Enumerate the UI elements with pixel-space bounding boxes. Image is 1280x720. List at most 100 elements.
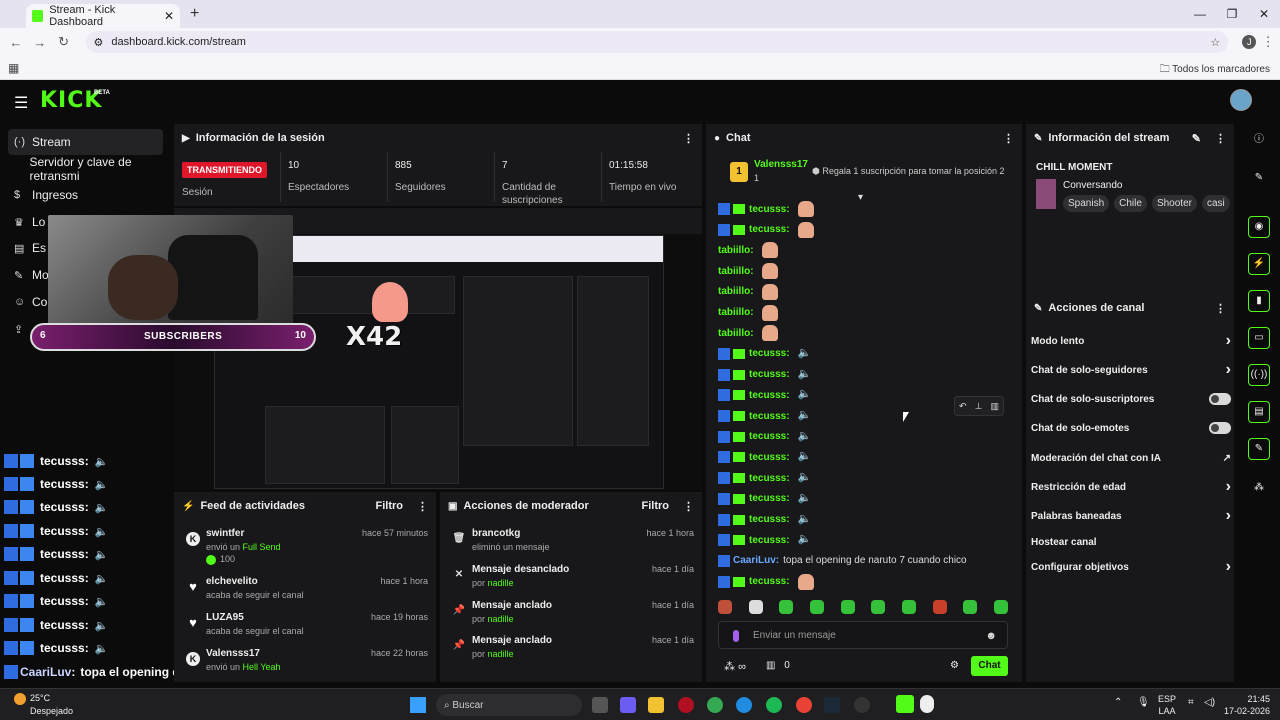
chat-username[interactable]: tecusss: — [749, 452, 790, 463]
quick-emote-icon[interactable] — [748, 600, 763, 614]
forward-icon[interactable]: → — [28, 35, 52, 50]
chat-gear-icon[interactable]: ⚙ — [950, 660, 959, 671]
quick-emote-icon[interactable] — [779, 600, 794, 614]
chat-username[interactable]: CaariLuv: — [733, 555, 779, 566]
channel-action-1[interactable]: Chat de solo-seguidores › — [1031, 360, 1231, 380]
chat-rail-icon[interactable]: ▭ — [1248, 327, 1270, 349]
quick-emote-icon[interactable] — [871, 600, 886, 614]
pinned-collapse-icon[interactable]: ▾ — [858, 192, 863, 203]
file-explorer-icon[interactable] — [648, 697, 664, 713]
browser-profile-avatar[interactable]: J — [1242, 35, 1257, 49]
chat-username[interactable]: tecusss: — [749, 224, 790, 235]
taskbar-search[interactable]: ⌕ Buscar — [436, 694, 582, 716]
toggle-switch[interactable] — [1209, 393, 1231, 405]
chat-username[interactable]: tecusss: — [749, 576, 790, 587]
session-menu-icon[interactable]: ⋮ — [683, 132, 694, 145]
all-bookmarks-button[interactable]: 🗀 Todos los marcadores — [1160, 62, 1270, 79]
reload-icon[interactable]: ↻ — [52, 34, 76, 50]
mod-name[interactable]: brancotkg — [472, 528, 520, 539]
stream-tag[interactable]: Shooter — [1151, 195, 1197, 212]
chat-settings-group[interactable]: ⁂ ∞ — [724, 660, 746, 673]
app-white-icon[interactable] — [920, 695, 934, 713]
tray-chevron-icon[interactable]: ⌃ — [1114, 697, 1122, 708]
reply-icon[interactable]: ↶ — [959, 401, 967, 412]
chrome-active-icon[interactable] — [796, 697, 812, 713]
channel-action-7[interactable]: Hostear canal — [1031, 532, 1231, 552]
stream-tag[interactable]: Chile — [1114, 195, 1147, 212]
stream-info-menu-icon[interactable]: ⋮ — [1215, 132, 1226, 145]
chrome-icon[interactable] — [707, 697, 723, 713]
feed-menu-icon[interactable]: ⋮ — [417, 500, 428, 513]
channel-action-4[interactable]: Moderación del chat con IA ↗ — [1031, 448, 1231, 468]
maximize-icon[interactable]: ❐ — [1216, 0, 1248, 28]
window-close-icon[interactable]: ✕ — [1248, 0, 1280, 28]
shield-rail-icon[interactable]: ▮ — [1248, 290, 1270, 312]
channel-action-3[interactable]: Chat de solo-emotes — [1031, 418, 1231, 438]
chat-username[interactable]: tecusss: — [749, 431, 790, 442]
feed-name[interactable]: Valensss17 — [206, 648, 260, 659]
network-tray-icon[interactable]: ⌗ — [1188, 697, 1194, 708]
chat-username[interactable]: tecusss: — [749, 411, 790, 422]
mod-filter-button[interactable]: Filtro — [642, 500, 670, 512]
chat-username[interactable]: tabiillo: — [718, 286, 754, 297]
feed-name[interactable]: elchevelito — [206, 576, 258, 587]
spotify-icon[interactable] — [766, 697, 782, 713]
layout-rail-icon[interactable]: ▤ — [1248, 401, 1270, 423]
chat-username[interactable]: tecusss: — [749, 493, 790, 504]
copilot-icon[interactable] — [620, 697, 636, 713]
chat-username[interactable]: tabiillo: — [718, 266, 754, 277]
app-gray-icon[interactable] — [854, 697, 870, 713]
app-red-icon[interactable] — [678, 697, 694, 713]
emoji-icon[interactable]: ☻ — [985, 630, 997, 642]
bolt-rail-icon[interactable]: ⚡ — [1248, 253, 1270, 275]
stream-tag[interactable]: casi — [1201, 195, 1230, 212]
chat-username[interactable]: tecusss: — [749, 390, 790, 401]
chat-username[interactable]: tecusss: — [749, 535, 790, 546]
site-info-icon[interactable]: ⚙ — [94, 36, 104, 49]
nav-item-0[interactable]: (·) Stream — [8, 129, 163, 155]
quick-emote-icon[interactable] — [993, 600, 1008, 614]
user-avatar[interactable] — [1230, 89, 1252, 111]
channel-action-8[interactable]: Configurar objetivos › — [1031, 557, 1231, 577]
toggle-switch[interactable] — [1209, 422, 1231, 434]
mod-name[interactable]: Mensaje desanclado — [472, 564, 569, 575]
edit-icon[interactable]: ✎ — [1248, 168, 1270, 190]
new-tab-button[interactable]: + — [190, 5, 199, 23]
apps-rail-icon[interactable]: ⁂ — [1248, 478, 1270, 500]
quick-emote-icon[interactable] — [963, 600, 978, 614]
back-icon[interactable]: ← — [4, 35, 28, 50]
edit-stream-icon[interactable]: ✎ — [1192, 132, 1201, 145]
quick-emote-icon[interactable] — [718, 600, 732, 614]
stream-tag[interactable]: Spanish — [1063, 195, 1110, 212]
channel-action-0[interactable]: Modo lento › — [1031, 331, 1231, 351]
taskbar-clock[interactable]: 21:45 17-02-2026 — [1224, 693, 1270, 717]
weather-widget[interactable]: 25°C Despejado — [14, 692, 73, 717]
channel-action-2[interactable]: Chat de solo-suscriptores — [1031, 389, 1231, 409]
mod-name[interactable]: Mensaje anclado — [472, 635, 552, 646]
chat-username[interactable]: tecusss: — [749, 514, 790, 525]
edge-icon[interactable] — [736, 697, 752, 713]
close-tab-icon[interactable]: ✕ — [164, 9, 174, 23]
mic-tray-icon[interactable]: 🎙 — [1137, 697, 1150, 708]
volume-tray-icon[interactable]: ◁) — [1204, 697, 1215, 708]
browser-tab[interactable]: Stream - Kick Dashboard ✕ — [26, 4, 180, 28]
bookmark-star-icon[interactable]: ☆ — [1210, 36, 1220, 49]
kick-taskbar-icon[interactable] — [896, 695, 914, 713]
emote-picker-icon[interactable] — [733, 630, 739, 642]
apps-grid-icon[interactable]: ▦ — [8, 61, 19, 75]
nav-item-1[interactable]: Servidor y clave de retransmi — [8, 155, 163, 183]
chat-username[interactable]: tabiillo: — [718, 307, 754, 318]
language-indicator[interactable]: ESP LAA — [1158, 693, 1176, 717]
feed-filter-button[interactable]: Filtro — [376, 500, 404, 512]
url-field[interactable]: ⚙ dashboard.kick.com/stream ☆ — [85, 31, 1229, 53]
steam-icon[interactable] — [824, 697, 840, 713]
chat-username[interactable]: tecusss: — [749, 369, 790, 380]
chat-username[interactable]: tabiillo: — [718, 245, 754, 256]
channel-action-6[interactable]: Palabras baneadas › — [1031, 506, 1231, 526]
points-counter[interactable]: ▥ 0 — [766, 660, 790, 671]
mod-menu-icon[interactable]: ⋮ — [683, 500, 694, 513]
chat-username[interactable]: tecusss: — [749, 348, 790, 359]
delete-icon[interactable]: ▥ — [990, 401, 999, 412]
chat-username[interactable]: tecusss: — [749, 473, 790, 484]
stream-category[interactable]: Conversando — [1063, 180, 1122, 191]
